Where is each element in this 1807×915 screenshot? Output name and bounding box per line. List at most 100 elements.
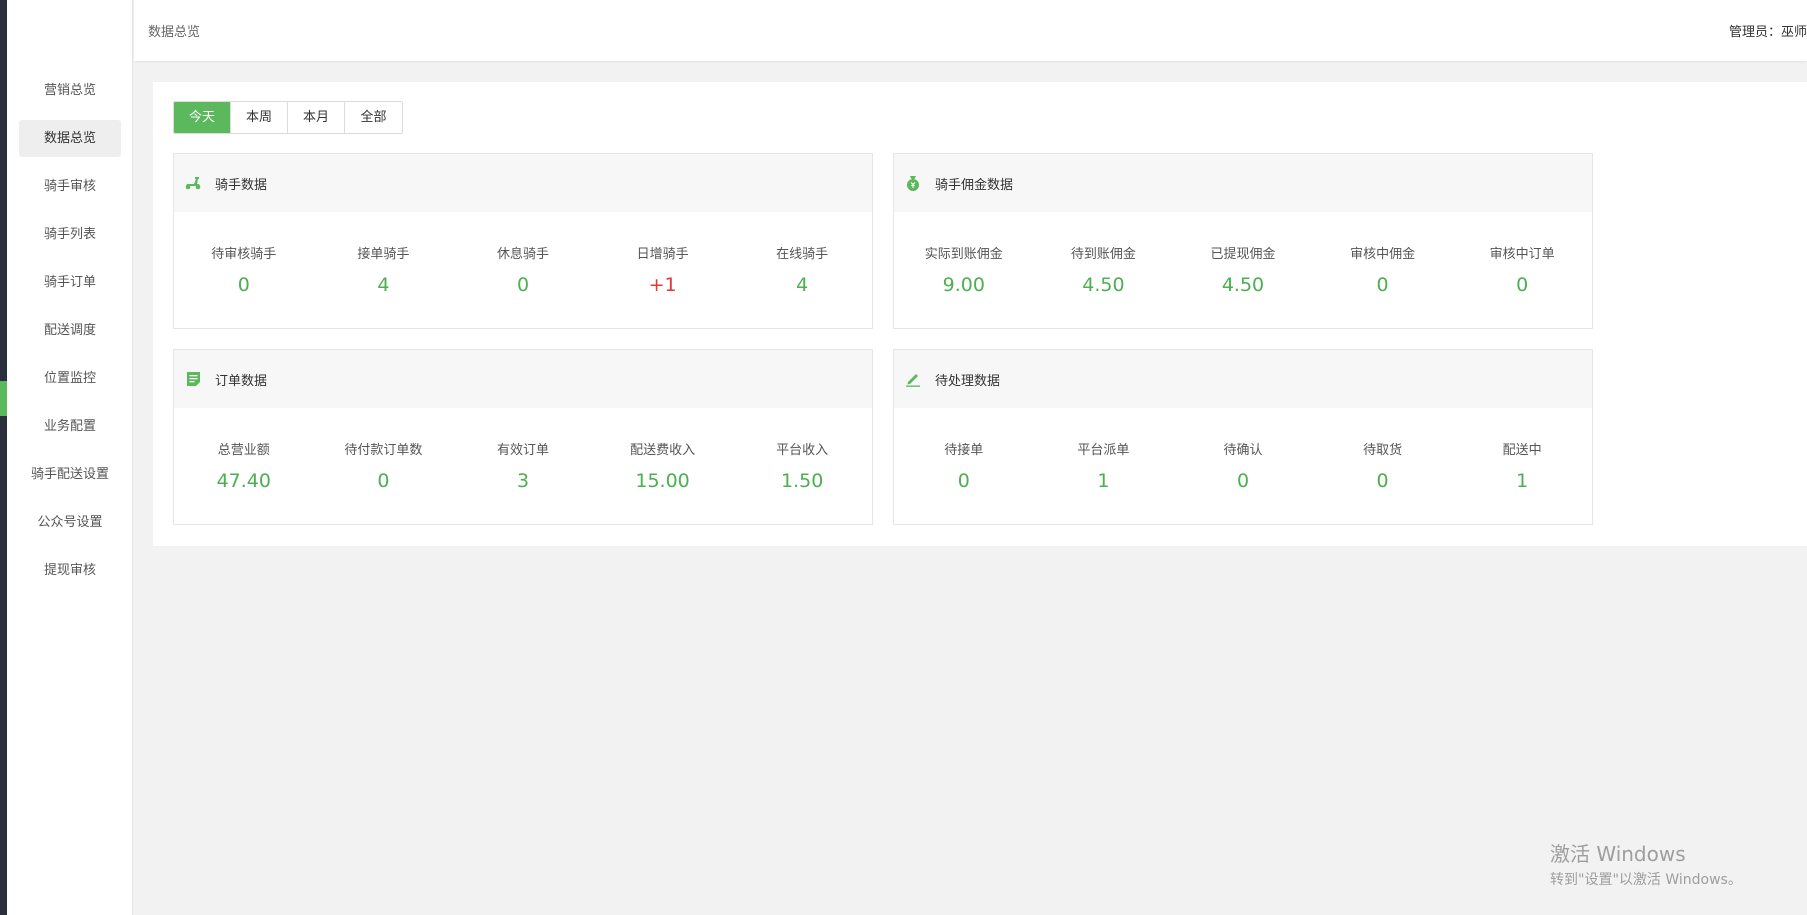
stat-value[interactable]: 4.50 [1034, 274, 1174, 296]
sidebar-item-dispatch[interactable]: 配送调度 [19, 312, 121, 349]
stat-value[interactable]: 0 [1313, 470, 1453, 492]
tab-this-month[interactable]: 本月 [288, 102, 345, 133]
card-stats: 总营业额 47.40 待付款订单数 0 有效订单 3 配送费收入 15.00 平台收入 1… [174, 408, 872, 492]
rider-commission-card: 骑手佣金数据 实际到账佣金 9.00 待到账佣金 4.50 已提现佣金 4.50 审核… [893, 153, 1593, 329]
stat-label: 待确认 [1223, 443, 1263, 458]
stat-accepting-riders: 接单骑手 4 [314, 243, 454, 296]
stat-label: 已提现佣金 [1210, 247, 1276, 262]
sidebar-menu: 营销总览 数据总览 骑手审核 骑手列表 骑手订单 配送调度 位置监控 业务配置 … [19, 72, 121, 600]
stat-value[interactable]: 3 [453, 470, 593, 492]
sidebar: 营销总览 数据总览 骑手审核 骑手列表 骑手订单 配送调度 位置监控 业务配置 … [7, 0, 133, 915]
stat-label: 日增骑手 [636, 247, 689, 262]
pencil-icon [904, 370, 922, 388]
stat-value[interactable]: 0 [174, 274, 314, 296]
sidebar-item-business-config[interactable]: 业务配置 [19, 408, 121, 445]
stat-label: 待取货 [1363, 443, 1403, 458]
stat-label: 审核中订单 [1489, 247, 1555, 262]
money-bag-icon [904, 174, 922, 192]
stat-value[interactable]: 1 [1452, 470, 1592, 492]
sidebar-item-rider-review[interactable]: 骑手审核 [19, 168, 121, 205]
stat-awaiting-pickup: 待取货 0 [1313, 439, 1453, 492]
main-panel: 今天 本周 本月 全部 骑手数据 待审核骑手 0 接单骑手 4 休息骑手 0 日增骑手… [153, 82, 1807, 546]
stat-resting-riders: 休息骑手 0 [453, 243, 593, 296]
stat-value[interactable]: 0 [1173, 470, 1313, 492]
stat-label: 总营业额 [217, 443, 270, 458]
sidebar-item-marketing-overview[interactable]: 营销总览 [19, 72, 121, 109]
sidebar-item-withdraw-review[interactable]: 提现审核 [19, 552, 121, 589]
card-title: 骑手佣金数据 [935, 177, 1014, 193]
stat-value[interactable]: +1 [593, 274, 733, 296]
tab-today[interactable]: 今天 [174, 102, 231, 133]
card-stats: 待接单 0 平台派单 1 待确认 0 待取货 0 配送中 1 [894, 408, 1592, 492]
stat-unpaid-orders: 待付款订单数 0 [314, 439, 454, 492]
stat-value[interactable]: 0 [1313, 274, 1453, 296]
card-header: 订单数据 [174, 350, 872, 408]
stat-label: 待接单 [944, 443, 984, 458]
stat-total-revenue: 总营业额 47.40 [174, 439, 314, 492]
pending-data-card: 待处理数据 待接单 0 平台派单 1 待确认 0 待取货 0 配送中 1 [893, 349, 1593, 525]
card-stats: 实际到账佣金 9.00 待到账佣金 4.50 已提现佣金 4.50 审核中佣金 0 审核… [894, 212, 1592, 296]
stat-value[interactable]: 0 [894, 470, 1034, 492]
top-bar: 数据总览 管理员：巫师 [134, 0, 1807, 61]
stat-value[interactable]: 0 [314, 470, 454, 492]
sidebar-item-rider-delivery-settings[interactable]: 骑手配送设置 [19, 456, 121, 493]
stat-valid-orders: 有效订单 3 [453, 439, 593, 492]
stat-awaiting-acceptance: 待接单 0 [894, 439, 1034, 492]
stat-label: 待付款订单数 [344, 443, 423, 458]
stat-value[interactable]: 4.50 [1173, 274, 1313, 296]
stat-value[interactable]: 0 [453, 274, 593, 296]
stat-awaiting-confirmation: 待确认 0 [1173, 439, 1313, 492]
tab-this-week[interactable]: 本周 [231, 102, 288, 133]
watermark-line-2: 转到"设置"以激活 Windows。 [1550, 872, 1742, 888]
admin-info: 管理员：巫师 [1729, 21, 1807, 40]
stat-label: 平台派单 [1077, 443, 1130, 458]
card-stats: 待审核骑手 0 接单骑手 4 休息骑手 0 日增骑手 +1 在线骑手 4 [174, 212, 872, 296]
card-title: 待处理数据 [935, 373, 1001, 389]
stat-value[interactable]: 1.50 [732, 470, 872, 492]
stat-value[interactable]: 15.00 [593, 470, 733, 492]
card-title: 订单数据 [215, 373, 268, 389]
rider-data-card: 骑手数据 待审核骑手 0 接单骑手 4 休息骑手 0 日增骑手 +1 在线骑手 4 [173, 153, 873, 329]
stat-label: 休息骑手 [496, 247, 549, 262]
stat-label: 待审核骑手 [211, 247, 277, 262]
stat-value[interactable]: 0 [1452, 274, 1592, 296]
card-title: 骑手数据 [215, 177, 268, 193]
period-tabs: 今天 本周 本月 全部 [173, 101, 403, 134]
stat-in-delivery: 配送中 1 [1452, 439, 1592, 492]
admin-label: 管理员： [1728, 25, 1781, 40]
stat-label: 待到账佣金 [1070, 247, 1136, 262]
tab-all[interactable]: 全部 [345, 102, 402, 133]
stat-reviewing-orders: 审核中订单 0 [1452, 243, 1592, 296]
breadcrumb: 数据总览 [148, 25, 201, 40]
card-header: 骑手佣金数据 [894, 154, 1592, 212]
stat-label: 有效订单 [496, 443, 549, 458]
windows-activation-watermark: 激活 Windows 转到"设置"以激活 Windows。 [1550, 838, 1742, 889]
stat-label: 配送中 [1502, 443, 1542, 458]
stat-daily-new-riders: 日增骑手 +1 [593, 243, 733, 296]
stat-value[interactable]: 47.40 [174, 470, 314, 492]
sidebar-item-rider-orders[interactable]: 骑手订单 [19, 264, 121, 301]
stat-withdrawn-commission: 已提现佣金 4.50 [1173, 243, 1313, 296]
stat-value[interactable]: 4 [732, 274, 872, 296]
stat-label: 配送费收入 [630, 443, 696, 458]
stat-platform-income: 平台收入 1.50 [732, 439, 872, 492]
sidebar-item-official-account-settings[interactable]: 公众号设置 [19, 504, 121, 541]
scooter-icon [184, 174, 202, 192]
left-edge-strip [0, 0, 7, 915]
document-icon [184, 370, 202, 388]
stat-value[interactable]: 9.00 [894, 274, 1034, 296]
stat-value[interactable]: 4 [314, 274, 454, 296]
stat-pending-review-riders: 待审核骑手 0 [174, 243, 314, 296]
sidebar-item-location-monitor[interactable]: 位置监控 [19, 360, 121, 397]
order-data-card: 订单数据 总营业额 47.40 待付款订单数 0 有效订单 3 配送费收入 15.00 … [173, 349, 873, 525]
card-header: 待处理数据 [894, 350, 1592, 408]
stat-platform-dispatch: 平台派单 1 [1034, 439, 1174, 492]
stat-label: 在线骑手 [776, 247, 829, 262]
stat-label: 接单骑手 [357, 247, 410, 262]
sidebar-item-rider-list[interactable]: 骑手列表 [19, 216, 121, 253]
watermark-line-1: 激活 Windows [1550, 842, 1686, 866]
stat-value[interactable]: 1 [1034, 470, 1174, 492]
stat-label: 审核中佣金 [1350, 247, 1416, 262]
admin-name[interactable]: 巫师 [1781, 25, 1807, 40]
sidebar-item-data-overview[interactable]: 数据总览 [19, 120, 121, 157]
